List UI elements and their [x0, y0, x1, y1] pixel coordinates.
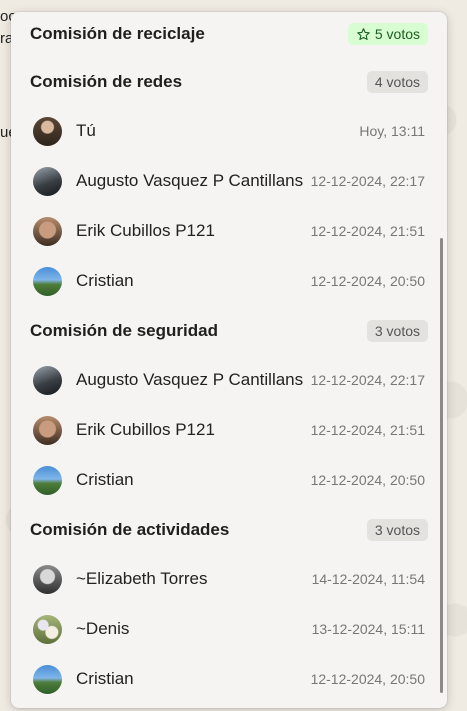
avatar — [33, 465, 62, 495]
vote-timestamp: 12-12-2024, 22:17 — [310, 173, 425, 189]
poll-option-title: Comisión de seguridad — [30, 321, 218, 340]
avatar — [33, 564, 62, 594]
vote-count-text: 3 votos — [374, 522, 420, 538]
voter-name: ~Elizabeth Torres — [76, 569, 208, 588]
voter-row[interactable]: Tú Hoy, 13:11 — [11, 106, 447, 156]
voter-name: Cristian — [76, 271, 134, 290]
vote-count-text: 3 votos — [374, 323, 420, 339]
avatar — [33, 415, 62, 445]
avatar — [33, 664, 62, 694]
vote-timestamp: 12-12-2024, 20:50 — [310, 671, 425, 687]
voter-row[interactable]: Augusto Vasquez P Cantillans 12-12-2024,… — [11, 156, 447, 206]
vote-timestamp: 12-12-2024, 20:50 — [310, 472, 425, 488]
vote-timestamp: 12-12-2024, 21:51 — [310, 422, 425, 438]
voter-row[interactable]: Cristian 12-12-2024, 20:50 — [11, 256, 447, 306]
poll-option-title: Comisión de redes — [30, 72, 183, 91]
vote-timestamp: 12-12-2024, 20:50 — [310, 273, 425, 289]
voter-name: Erik Cubillos P121 — [76, 420, 215, 439]
vote-count-badge: 3 votos — [366, 519, 428, 541]
avatar — [33, 365, 62, 395]
voter-name: ~Denis — [76, 619, 130, 638]
voter-name: Tú — [76, 121, 96, 140]
voter-row[interactable]: Erik Cubillos P121 12-12-2024, 21:51 — [11, 206, 447, 256]
vote-timestamp: 12-12-2024, 21:51 — [310, 223, 425, 239]
poll-option-title: Comisión de reciclaje — [30, 24, 205, 43]
star-icon — [357, 27, 370, 40]
avatar — [33, 216, 62, 246]
vote-count-text: 4 votos — [374, 74, 420, 90]
avatar — [33, 166, 62, 196]
vote-timestamp: 12-12-2024, 22:17 — [310, 372, 425, 388]
vote-count-text: 5 votos — [374, 26, 420, 42]
vote-count-badge: 4 votos — [366, 71, 428, 93]
vote-timestamp: 13-12-2024, 15:11 — [311, 621, 425, 637]
voter-row[interactable]: ~Elizabeth Torres 14-12-2024, 11:54 — [11, 554, 447, 604]
voter-row[interactable]: Augusto Vasquez P Cantillans 12-12-2024,… — [11, 355, 447, 405]
poll-option-header: Comisión de actividades 3 votos — [11, 510, 447, 550]
vote-timestamp: Hoy, 13:11 — [359, 123, 425, 139]
voter-name: Augusto Vasquez P Cantillans — [76, 171, 304, 190]
avatar — [33, 116, 62, 146]
voter-row[interactable]: ~Denis 13-12-2024, 15:11 — [11, 604, 447, 654]
avatar — [33, 266, 62, 296]
voter-name: Cristian — [76, 669, 134, 688]
avatar — [33, 614, 62, 644]
poll-option-header: Comisión de redes 4 votos — [11, 62, 447, 102]
background-chat-text: oc ra ue — [0, 0, 17, 141]
poll-option-title: Comisión de actividades — [30, 520, 230, 539]
vote-count-badge: 5 votos — [347, 23, 428, 45]
voter-name: Cristian — [76, 470, 134, 489]
vote-count-badge: 3 votos — [366, 320, 428, 342]
vote-timestamp: 14-12-2024, 11:54 — [311, 571, 425, 587]
vertical-scrollbar[interactable] — [440, 238, 443, 693]
poll-option-header: Comisión de reciclaje 5 votos — [11, 14, 447, 54]
poll-option-header: Comisión de seguridad 3 votos — [11, 311, 447, 351]
voter-row[interactable]: Cristian 12-12-2024, 20:50 — [11, 455, 447, 505]
voter-name: Erik Cubillos P121 — [76, 221, 215, 240]
voter-row[interactable]: Cristian 12-12-2024, 20:50 — [11, 654, 447, 704]
poll-votes-panel: Comisión de reciclaje 5 votos Comisión d… — [11, 12, 447, 708]
voter-name: Augusto Vasquez P Cantillans — [76, 370, 304, 389]
voter-row[interactable]: Erik Cubillos P121 12-12-2024, 21:51 — [11, 405, 447, 455]
